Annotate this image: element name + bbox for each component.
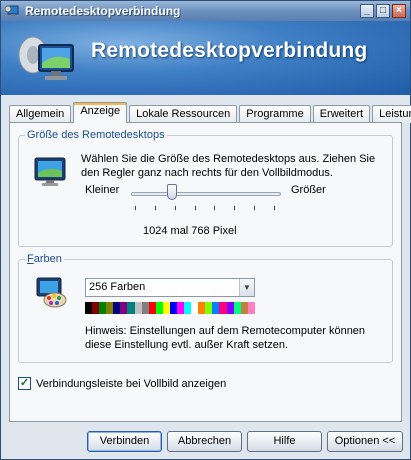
desktop-size-group: Größe des Remotedesktops Wählen Sie die … xyxy=(18,129,393,247)
banner-title: Remotedesktopverbindung xyxy=(91,39,368,62)
desktop-size-slider[interactable]: Kleiner Größer xyxy=(85,182,365,222)
display-tab-panel: Größe des Remotedesktops Wählen Sie die … xyxy=(9,122,402,422)
tab-strip: Allgemein Anzeige Lokale Ressourcen Prog… xyxy=(9,101,411,123)
window-title: Remotedesktopverbindung xyxy=(25,4,181,18)
tab-anzeige[interactable]: Anzeige xyxy=(73,102,128,123)
app-icon xyxy=(4,4,19,18)
cancel-button[interactable]: Abbrechen xyxy=(167,431,242,452)
desktop-size-description: Wählen Sie die Größe des Remotedesktops … xyxy=(81,153,376,179)
colors-group: Farben 256 Farben ▼ Hinweis: Einstellung… xyxy=(18,253,393,363)
options-button[interactable]: Optionen << xyxy=(327,431,403,452)
slider-max-label: Größer xyxy=(291,184,326,196)
title-bar[interactable]: Remotedesktopverbindung _ □ × xyxy=(1,1,410,21)
minimize-button[interactable]: _ xyxy=(360,4,374,18)
maximize-button[interactable]: □ xyxy=(376,4,390,18)
chevron-down-icon[interactable]: ▼ xyxy=(239,279,254,296)
close-button[interactable]: × xyxy=(392,4,406,18)
tab-programme[interactable]: Programme xyxy=(239,105,311,123)
connection-bar-checkbox[interactable]: ✓ xyxy=(18,377,31,390)
connection-bar-label: Verbindungsleiste bei Vollbild anzeigen xyxy=(36,377,227,390)
dialog-buttons: Verbinden Abbrechen Hilfe Optionen << xyxy=(1,431,410,455)
color-palette-icon xyxy=(33,276,67,308)
help-button[interactable]: Hilfe xyxy=(247,431,322,452)
tab-lokale-ressourcen[interactable]: Lokale Ressourcen xyxy=(129,105,238,123)
color-depth-select[interactable]: 256 Farben ▼ xyxy=(85,278,255,297)
color-depth-hint: Hinweis: Einstellungen auf dem Remotecom… xyxy=(85,325,366,351)
tab-leistung[interactable]: Leistung xyxy=(372,105,411,123)
monitor-icon xyxy=(33,156,67,188)
color-depth-value: 256 Farben xyxy=(89,281,146,293)
connect-button[interactable]: Verbinden xyxy=(87,431,162,452)
color-depth-preview-bar xyxy=(85,302,255,314)
desktop-size-legend: Größe des Remotedesktops xyxy=(25,129,167,141)
tab-erweitert[interactable]: Erweitert xyxy=(312,105,371,123)
remote-desktop-window: Remotedesktopverbindung _ □ × Remotedesk… xyxy=(0,0,411,460)
slider-thumb[interactable] xyxy=(166,184,177,200)
slider-min-label: Kleiner xyxy=(85,184,120,196)
slider-track[interactable] xyxy=(131,192,281,196)
connection-bar-option[interactable]: ✓ Verbindungsleiste bei Vollbild anzeige… xyxy=(18,377,226,390)
remote-desktop-logo-icon xyxy=(15,27,79,91)
banner: Remotedesktopverbindung xyxy=(1,21,410,95)
resolution-readout: 1024 mal 768 Pixel xyxy=(143,225,237,237)
slider-ticks xyxy=(135,206,275,211)
tab-allgemein[interactable]: Allgemein xyxy=(9,105,72,123)
colors-legend: Farben xyxy=(25,253,64,265)
